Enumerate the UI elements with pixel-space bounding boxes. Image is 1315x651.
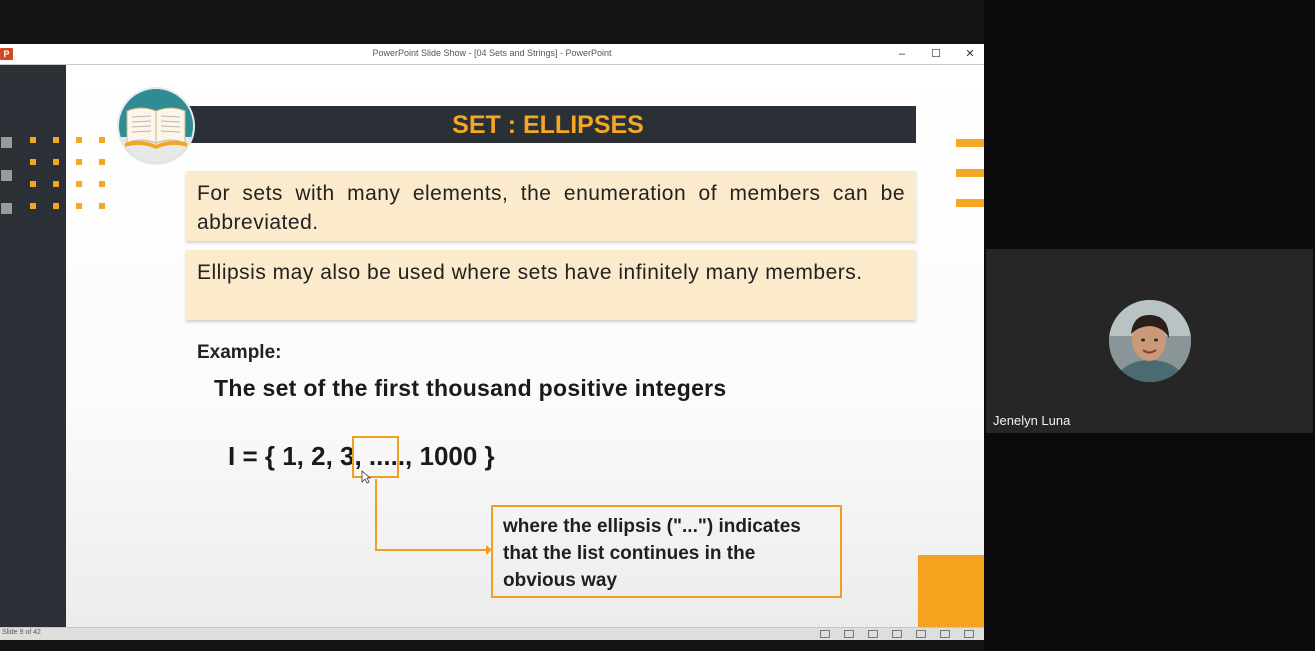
- participant-tile[interactable]: Jenelyn Luna: [986, 249, 1313, 433]
- next-icon[interactable]: [868, 630, 878, 638]
- decor-square: [1, 170, 12, 181]
- normal-view-icon[interactable]: [892, 630, 902, 638]
- status-bar: Slide 9 of 42: [0, 627, 984, 640]
- slide[interactable]: SET : ELLIPSES For sets with many elemen…: [0, 65, 984, 627]
- window-controls: – ☐ ✕: [894, 46, 978, 62]
- slide-title: SET : ELLIPSES: [452, 111, 644, 139]
- slide-counter: Slide 9 of 42: [2, 629, 41, 636]
- participant-name: Jenelyn Luna: [993, 413, 1071, 428]
- title-bar: P PowerPoint Slide Show - [04 Sets and S…: [0, 44, 984, 65]
- example-statement: The set of the first thousand positive i…: [214, 375, 727, 401]
- decor-square: [1, 137, 12, 148]
- slideshow-icon[interactable]: [964, 630, 974, 638]
- orange-decor-bars: [956, 139, 984, 207]
- callout-infinite-sets: Ellipsis may also be used where sets hav…: [186, 250, 916, 320]
- close-button[interactable]: ✕: [962, 46, 978, 62]
- minimize-button[interactable]: –: [894, 46, 910, 62]
- example-label: Example:: [197, 342, 282, 363]
- menu-icon[interactable]: [844, 630, 854, 638]
- window-title: PowerPoint Slide Show - [04 Sets and Str…: [372, 48, 612, 58]
- ellipsis-note: where the ellipsis ("...") indicates tha…: [491, 505, 842, 598]
- maximize-button[interactable]: ☐: [928, 46, 944, 62]
- previous-icon[interactable]: [820, 630, 830, 638]
- slide-title-bar: SET : ELLIPSES: [180, 106, 916, 143]
- slide-sorter-icon[interactable]: [916, 630, 926, 638]
- open-book-icon: [119, 89, 193, 163]
- participant-avatar: [1109, 300, 1191, 382]
- orange-corner-block: [918, 555, 984, 627]
- powerpoint-window: P PowerPoint Slide Show - [04 Sets and S…: [0, 44, 984, 640]
- reading-view-icon[interactable]: [940, 630, 950, 638]
- orange-dot-grid: [30, 137, 105, 209]
- shared-screen: P PowerPoint Slide Show - [04 Sets and S…: [0, 0, 984, 651]
- participants-panel: Jenelyn Luna: [984, 0, 1315, 651]
- mouse-cursor-icon: [361, 470, 371, 484]
- callout-abbreviation: For sets with many elements, the enumera…: [186, 171, 916, 241]
- ellipsis-highlight-box: [352, 436, 399, 478]
- view-controls: [820, 630, 974, 638]
- decor-square: [1, 203, 12, 214]
- grey-decor-squares: [1, 137, 12, 214]
